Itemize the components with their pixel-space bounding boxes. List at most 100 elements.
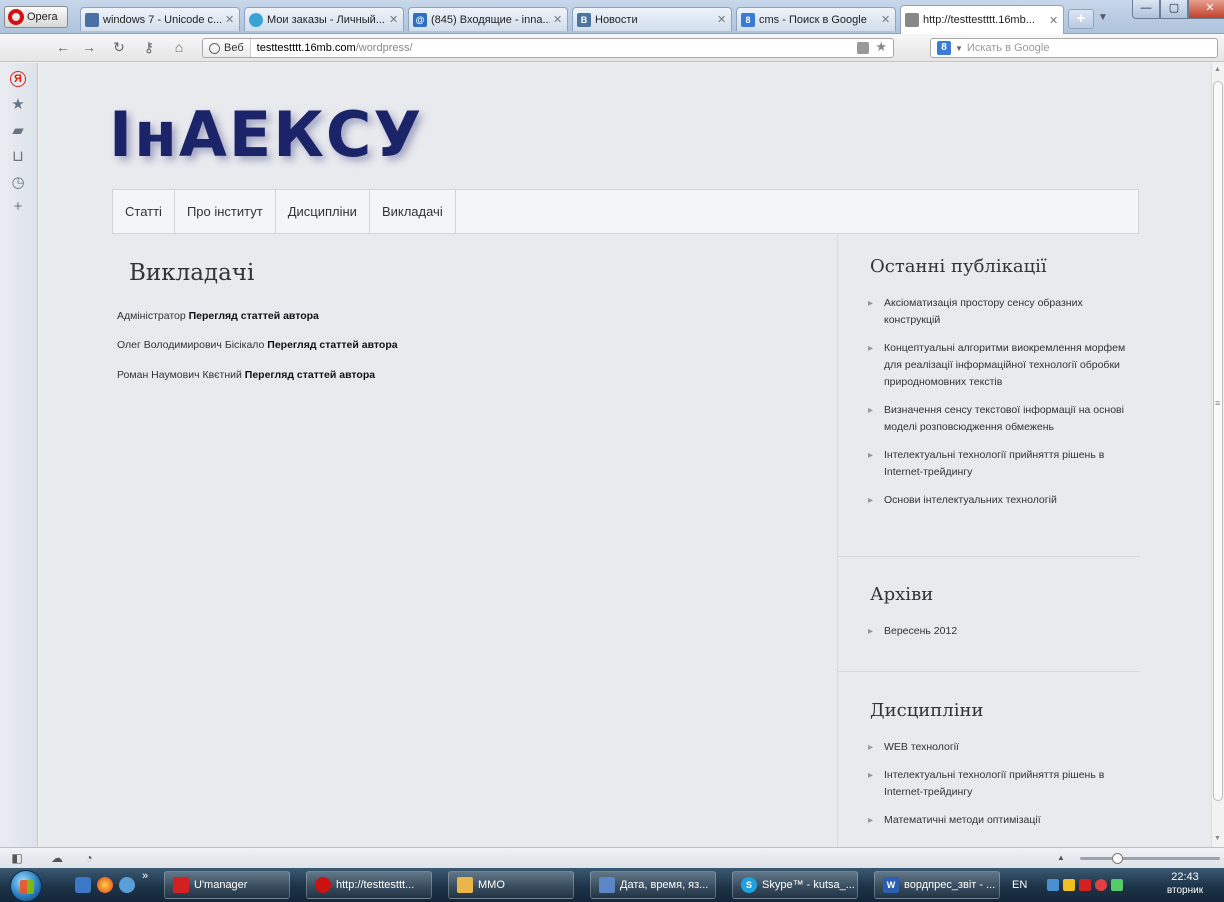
yandex-icon[interactable]: Я — [10, 71, 26, 87]
notes-icon[interactable]: ▰ — [10, 123, 26, 139]
taskbar-button-label: вордпрес_звіт - ... — [904, 879, 996, 891]
language-indicator[interactable]: EN — [1012, 879, 1027, 891]
cloud-icon[interactable]: ☁ — [50, 851, 64, 865]
taskbar-button[interactable]: W вордпрес_звіт - ... — [874, 871, 1000, 899]
globe-icon — [209, 42, 220, 54]
menu-item-disciplines[interactable]: Дисципліни — [276, 190, 370, 233]
zoom-up-icon[interactable]: ▲ — [1054, 851, 1068, 865]
taskbar-button[interactable]: http://testtesttt... — [306, 871, 432, 899]
mail-icon: @ — [413, 12, 427, 27]
opera-menu-label: Opera — [27, 11, 58, 23]
taskbar-button[interactable]: Дата, время, яз... — [590, 871, 716, 899]
back-arrow-icon[interactable]: ← — [54, 39, 72, 55]
recent-post-link[interactable]: Концептуальні алгоритми виокремлення мор… — [838, 340, 1140, 391]
close-tab-icon[interactable]: ✕ — [553, 13, 563, 26]
address-bar[interactable]: Веб testtestttt.16mb.com/wordpress/ ★ — [202, 38, 894, 58]
author-row: Олег Володимирович Бісікало Перегляд ста… — [117, 339, 398, 351]
site-info-badge[interactable]: Веб — [203, 39, 251, 57]
reload-icon[interactable]: ↻ — [110, 39, 128, 56]
site-logo[interactable]: ІнАЕКСУ — [109, 98, 423, 171]
taskbar-button-label: Дата, время, яз... — [620, 879, 709, 891]
bookmarks-star-icon[interactable]: ★ — [10, 97, 26, 113]
tray-monitor-icon[interactable] — [1111, 879, 1124, 891]
close-tab-icon[interactable]: ✕ — [389, 13, 399, 26]
search-input[interactable]: 8 ▼ Искать в Google — [930, 38, 1218, 58]
browser-tab[interactable]: @ (845) Входящие - inna... ✕ — [408, 7, 568, 31]
start-button[interactable] — [10, 870, 42, 902]
zoom-slider-knob[interactable] — [1112, 853, 1123, 864]
site-badge-label: Веб — [224, 42, 244, 54]
new-tab-button[interactable]: + — [1068, 9, 1094, 29]
page-icon — [905, 13, 919, 27]
downloads-icon[interactable]: ⊔ — [10, 149, 26, 165]
browser-side-panel: Я ★ ▰ ⊔ ◷ + — [0, 63, 38, 847]
recent-post-link[interactable]: Визначення сенсу текстової інформації на… — [838, 402, 1140, 436]
globe-icon — [249, 12, 263, 27]
recent-post-link[interactable]: Основи інтелектуальних технологій — [838, 492, 1140, 509]
close-tab-icon[interactable]: ✕ — [717, 13, 727, 26]
zoom-slider[interactable] — [1080, 853, 1220, 864]
widget-divider — [838, 671, 1140, 672]
taskbar-button[interactable]: ММО — [448, 871, 574, 899]
taskbar-button[interactable]: S Skype™ - kutsa_... — [732, 871, 858, 899]
vertical-scrollbar[interactable]: ▲ ≡ ▼ — [1211, 63, 1224, 847]
close-tab-icon[interactable]: ✕ — [881, 13, 891, 26]
history-clock-icon[interactable]: ◷ — [10, 175, 26, 191]
discipline-link[interactable]: Інтелектуальні технології прийняття ріше… — [838, 767, 1140, 801]
word-icon: W — [883, 877, 899, 893]
tab-list-chevron-icon[interactable]: ▼ — [1098, 12, 1108, 23]
google-icon[interactable]: 8 — [937, 41, 951, 55]
home-icon[interactable]: ⌂ — [170, 39, 188, 55]
archive-link[interactable]: Вересень 2012 — [838, 623, 1140, 640]
close-window-button[interactable]: ✕ — [1188, 0, 1224, 19]
opera-menu-button[interactable]: Opera — [4, 6, 68, 28]
author-posts-link[interactable]: Перегляд статтей автора — [267, 339, 397, 351]
discipline-link[interactable]: Математичні методи оптимізації — [838, 812, 1140, 829]
panel-toggle-icon[interactable]: ◧ — [10, 851, 24, 865]
show-desktop-icon[interactable] — [75, 877, 91, 893]
opera-logo-icon — [8, 9, 24, 25]
forward-arrow-icon[interactable]: → — [80, 39, 98, 55]
quicklaunch-overflow-icon[interactable]: » — [142, 870, 148, 882]
browser-tab-active[interactable]: http://testtestttt.16mb... ✕ — [900, 5, 1064, 34]
close-tab-icon[interactable]: ✕ — [1049, 14, 1059, 27]
system-clock[interactable]: 22:43 вторник — [1150, 871, 1220, 897]
scroll-up-arrow-icon[interactable]: ▲ — [1214, 66, 1221, 73]
bookmark-star-icon[interactable]: ★ — [875, 39, 887, 55]
scroll-down-arrow-icon[interactable]: ▼ — [1214, 835, 1221, 842]
recent-post-link[interactable]: Інтелектуальні технології прийняття ріше… — [838, 447, 1140, 481]
browser-tab[interactable]: Мои заказы - Личный... ✕ — [244, 7, 404, 31]
taskbar-button[interactable]: U'manager — [164, 871, 290, 899]
close-tab-icon[interactable]: ✕ — [225, 13, 235, 26]
widget-title: Останні публікації — [870, 256, 1047, 277]
scrollbar-thumb[interactable] — [1213, 81, 1223, 801]
minimize-button[interactable]: — — [1132, 0, 1160, 19]
menu-item-articles[interactable]: Статті — [113, 190, 175, 233]
menu-item-teachers[interactable]: Викладачі — [370, 190, 456, 233]
author-name: Адміністратор — [117, 310, 186, 322]
browser-icon[interactable] — [119, 877, 135, 893]
browser-tab[interactable]: 8 cms - Поиск в Google ✕ — [736, 7, 896, 31]
antivirus-icon[interactable] — [1095, 879, 1108, 891]
add-panel-icon[interactable]: + — [10, 199, 26, 215]
umanager-tray-icon[interactable] — [1079, 879, 1092, 891]
author-posts-link[interactable]: Перегляд статтей автора — [245, 369, 375, 381]
browser-tab[interactable]: windows 7 - Unicode c... ✕ — [80, 7, 240, 31]
author-posts-link[interactable]: Перегляд статтей автора — [189, 310, 319, 322]
url-text[interactable]: testtestttt.16mb.com/wordpress/ — [251, 42, 413, 54]
rss-icon[interactable] — [857, 42, 869, 54]
network-icon[interactable] — [1047, 879, 1060, 891]
chevron-down-icon[interactable]: ▼ — [955, 44, 963, 53]
turbo-icon[interactable]: ◔ — [82, 851, 96, 865]
chrome-icon[interactable] — [97, 877, 113, 893]
tray-app-icon[interactable] — [1063, 879, 1076, 891]
discipline-link[interactable]: WEB технології — [838, 739, 1140, 756]
browser-tab[interactable]: B Новости ✕ — [572, 7, 732, 31]
tab-title: Мои заказы - Личный... — [267, 13, 385, 26]
menu-item-about[interactable]: Про інститут — [175, 190, 276, 233]
url-path: /wordpress/ — [355, 42, 413, 54]
widget-title: Дисципліни — [870, 700, 984, 721]
maximize-button[interactable]: ▢ — [1160, 0, 1188, 19]
recent-post-link[interactable]: Аксіоматизація простору сенсу образних к… — [838, 295, 1140, 329]
key-icon[interactable]: ⚷ — [140, 39, 158, 56]
